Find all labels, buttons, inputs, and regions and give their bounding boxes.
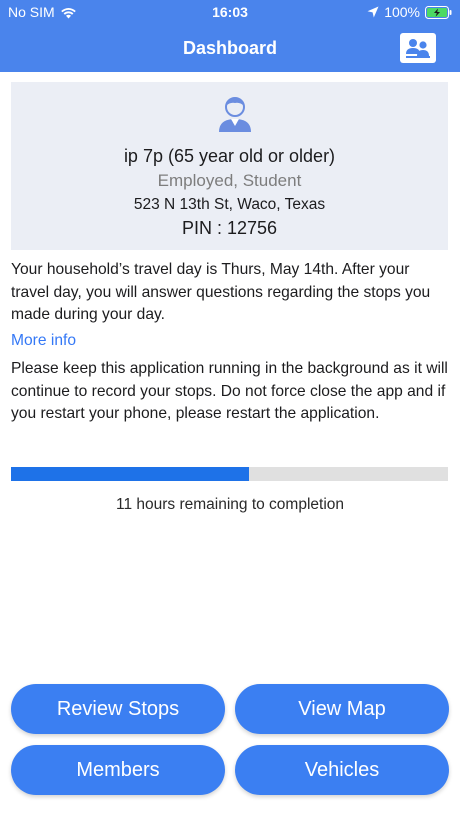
profile-address: 523 N 13th St, Waco, Texas (133, 196, 326, 213)
progress-bar (11, 467, 448, 481)
profile-card: ip 7p (65 year old or older) Employed, S… (11, 82, 448, 250)
clock: 16:03 (212, 4, 248, 20)
keep-running-text: Please keep this application running in … (11, 360, 448, 422)
review-stops-button[interactable]: Review Stops (11, 684, 225, 734)
travel-day-text: Your household’s travel day is Thurs, Ma… (11, 261, 431, 323)
profile-pin: PIN : 12756 (181, 218, 278, 238)
view-map-button[interactable]: View Map (235, 684, 449, 734)
progress-bar-fill (11, 467, 250, 481)
more-info-link[interactable]: More info (11, 332, 76, 350)
profile-status: Employed, Student (157, 171, 302, 190)
person-icon (219, 97, 251, 132)
header: No SIM 100% 16:03 Dashboard (0, 0, 460, 72)
household-members-icon (406, 39, 430, 58)
nav-bar: Dashboard (0, 24, 460, 72)
progress-label: 11 hours remaining to completion (115, 496, 345, 513)
page-title: Dashboard (182, 37, 278, 58)
members-button[interactable]: Members (11, 745, 225, 795)
household-members-button[interactable] (400, 33, 436, 63)
vehicles-button[interactable]: Vehicles (235, 745, 449, 795)
profile-name: ip 7p (65 year old or older) (123, 146, 336, 166)
